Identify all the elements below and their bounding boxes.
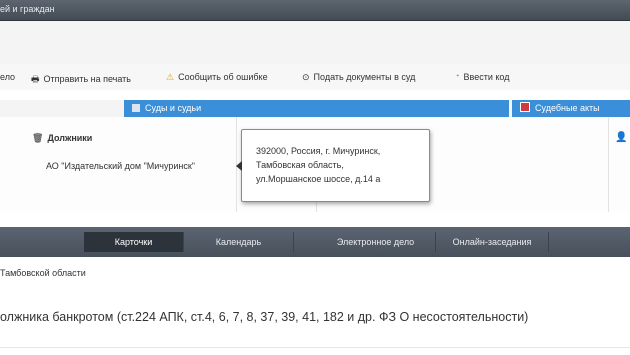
tab-online-sessions[interactable]: Онлайн-заседания [436, 232, 549, 252]
submit-documents-button[interactable]: ⊙ Подать документы в суд [302, 72, 415, 83]
person-icon[interactable]: 👤 [615, 132, 627, 143]
debtors-heading-label: Должники [47, 133, 93, 143]
report-error-label: Сообщить об ошибке [178, 72, 268, 82]
divider [0, 347, 630, 348]
tabs-row: Суды и судьи Судебные акты [0, 100, 630, 118]
submit-documents-label: Подать документы в суд [313, 72, 416, 82]
code-icon: ᐩ [456, 72, 460, 82]
tooltip-arrow [236, 161, 242, 171]
debtors-heading: 🗑 Должники [32, 133, 92, 144]
case-navbar: Карточки Календарь Электронное дело Онла… [0, 227, 630, 257]
tab-courts-and-judges[interactable]: Суды и судьи [124, 100, 509, 117]
top-bar: ей и граждан [0, 0, 630, 21]
toolbar: ело 🖶 Отправить на печать ⚠ Сообщить об ош… [0, 64, 630, 90]
spacer [0, 212, 630, 227]
enter-code-label: Ввести код [463, 72, 510, 82]
tab-judicial-acts[interactable]: Судебные акты [512, 100, 630, 117]
debtor-link[interactable]: АО "Издательский дом "Мичуринск" [46, 161, 195, 171]
upload-icon: ⊙ [302, 72, 310, 82]
tab-judicial-acts-label: Судебные акты [535, 103, 600, 113]
divider [608, 117, 609, 212]
tab-calendar[interactable]: Календарь [184, 232, 294, 252]
tab-electronic-case[interactable]: Электронное дело [316, 232, 436, 252]
enter-code-button[interactable]: ᐩ Ввести код [456, 72, 509, 83]
toolbar-item-case-label: ело [0, 72, 16, 82]
print-label: Отправить на печать [43, 74, 132, 84]
report-error-button[interactable]: ⚠ Сообщить об ошибке [166, 72, 268, 83]
tab-cards[interactable]: Карточки [84, 232, 184, 252]
address-tooltip: 392000, Россия, г. Мичуринск, Тамбовская… [236, 129, 430, 202]
toolbar-item-case[interactable]: ело [0, 72, 15, 82]
court-name: Тамбовской области [0, 268, 86, 278]
courts-icon [132, 104, 140, 112]
document-icon [520, 102, 530, 112]
tooltip-line: 392000, Россия, г. Мичуринск, [256, 146, 381, 156]
bin-icon: 🗑 [32, 133, 44, 143]
tab-courts-label: Суды и судьи [145, 103, 202, 113]
app-title: ей и граждан [0, 4, 55, 14]
tooltip-line: Тамбовская область, [256, 160, 344, 170]
warning-icon: ⚠ [166, 72, 175, 82]
tooltip-line: ул.Моршанское шоссе, д.14 а [256, 174, 381, 184]
case-subject-heading: олжника банкротом (ст.224 АПК, ст.4, 6, … [0, 310, 529, 324]
debtors-column: 🗑 Должники АО "Издательский дом "Мичуринс… [0, 117, 237, 212]
header-band [0, 21, 630, 64]
print-button[interactable]: 🖶 Отправить на печать [31, 72, 131, 88]
printer-icon: 🖶 [31, 74, 40, 84]
